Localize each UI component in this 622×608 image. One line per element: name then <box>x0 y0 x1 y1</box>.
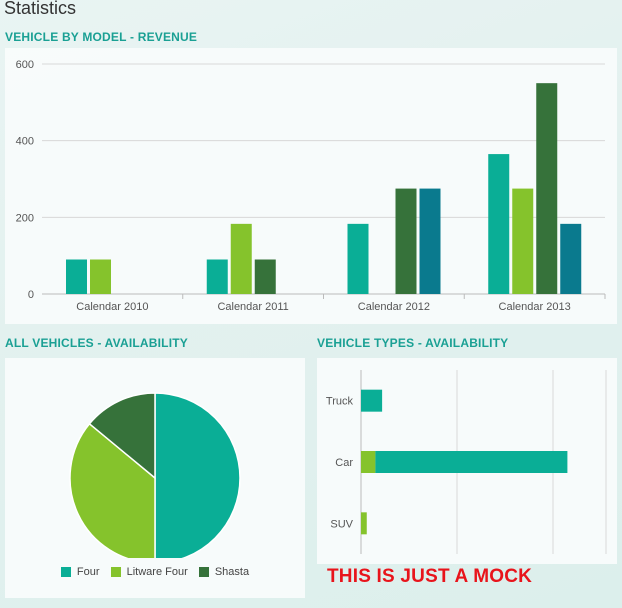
bar-calendar-2012-series-3 <box>395 188 417 294</box>
bar-calendar-2011-series-3 <box>254 259 276 294</box>
bar-truck-four <box>361 389 383 412</box>
legend-label-litware-four: Litware Four <box>126 566 188 578</box>
y-tick-label: 600 <box>16 59 34 71</box>
y-tick-label: 400 <box>16 136 34 148</box>
x-tick-label: Calendar 2012 <box>358 301 430 313</box>
x-tick-label: Calendar 2013 <box>499 301 571 313</box>
bar-calendar-2013-series-3 <box>536 83 558 294</box>
bar-calendar-2011-series-2 <box>230 223 252 294</box>
vehicle-types-bar-chart: Truck Car SUV <box>326 370 607 554</box>
legend-label-four: Four <box>76 566 100 578</box>
availability-pie-chart <box>69 392 241 564</box>
bar-car-litware-four <box>361 451 376 473</box>
legend-swatch-litware-four <box>110 567 121 577</box>
legend-item-shasta: Shasta <box>198 566 250 578</box>
x-tick-label: Calendar 2011 <box>217 301 288 313</box>
legend-swatch-four <box>60 567 71 577</box>
y-tick-label: Truck <box>326 396 354 408</box>
bar-calendar-2013-series-1 <box>488 154 510 294</box>
all-vehicles-section-title: ALL VEHICLES - AVAILABILITY <box>5 336 188 350</box>
bar-calendar-2013-series-4 <box>560 223 582 294</box>
revenue-bar-chart: 0 200 400 600 Calendar 2010 Calendar 2011 Cale… <box>16 59 606 313</box>
y-tick-label: Car <box>335 457 353 469</box>
bar-calendar-2012-series-4 <box>419 188 441 294</box>
bar-car-four <box>375 451 568 473</box>
page-title: Statistics <box>4 0 77 18</box>
revenue-section-title: VEHICLE BY MODEL - REVENUE <box>5 30 198 44</box>
all-vehicles-chart-panel: Four Litware Four Shasta <box>5 358 305 598</box>
bar-calendar-2010-series-2 <box>90 259 111 294</box>
bar-calendar-2010-series-1 <box>66 259 87 294</box>
bar-calendar-2013-series-2 <box>512 188 534 294</box>
legend-swatch-shasta <box>198 567 209 577</box>
y-tick-label: SUV <box>330 518 353 530</box>
mock-label: THIS IS JUST A MOCK <box>327 566 533 587</box>
legend-label-shasta: Shasta <box>214 566 250 578</box>
legend-item-four: Four <box>60 566 100 578</box>
pie-slice-four <box>154 392 241 564</box>
legend-item-litware-four: Litware Four <box>110 566 188 578</box>
y-tick-label: 200 <box>16 212 34 224</box>
bar-calendar-2012-series-1 <box>347 223 369 294</box>
vehicle-types-section-title: VEHICLE TYPES - AVAILABILITY <box>317 336 509 350</box>
pie-legend: Four Litware Four Shasta <box>5 566 305 580</box>
x-tick-label: Calendar 2010 <box>76 301 148 313</box>
bar-calendar-2011-series-1 <box>206 259 228 294</box>
revenue-chart-panel: 0 200 400 600 Calendar 2010 Calendar 2011 Cale… <box>5 48 617 324</box>
y-tick-label: 0 <box>28 289 34 301</box>
bar-suv-litware-four <box>361 512 367 535</box>
vehicle-types-chart-panel: Truck Car SUV <box>317 358 617 564</box>
